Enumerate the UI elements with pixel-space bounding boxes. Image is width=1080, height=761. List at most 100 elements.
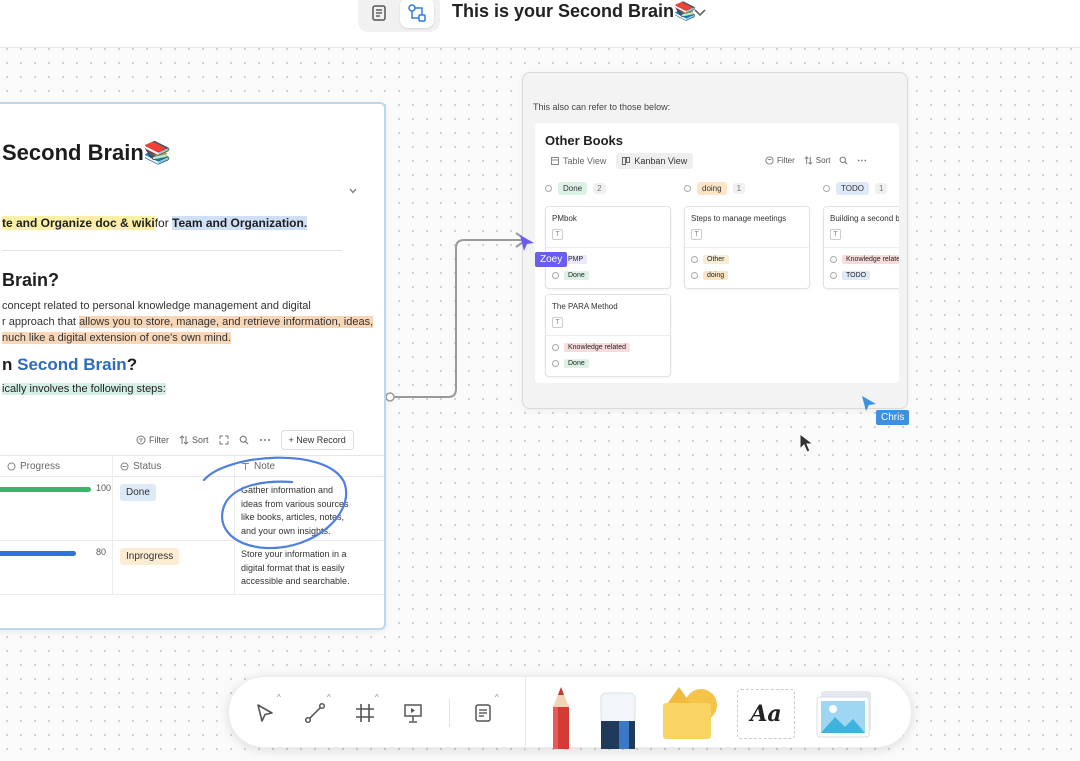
highlight-text: ically involves the following steps:: [2, 383, 166, 395]
hand-drawn-circle[interactable]: [196, 452, 352, 556]
caret-up-icon[interactable]: ^: [375, 693, 379, 702]
connector-arrow[interactable]: [380, 228, 540, 408]
sort-label: Sort: [192, 435, 209, 445]
highlight-text: te and Organize doc & wiki: [2, 216, 155, 230]
card-status: Done: [564, 359, 589, 368]
sort-label: Sort: [815, 156, 831, 165]
connector-tool-button[interactable]: [301, 699, 329, 727]
status-icon: [545, 185, 552, 192]
frame-tool-button[interactable]: [351, 699, 379, 727]
card-title: Building a second bra: [830, 214, 899, 223]
card-status: doing: [703, 271, 729, 280]
caret-up-icon[interactable]: ^: [495, 693, 499, 702]
filter-label: Filter: [149, 435, 169, 445]
cursor-icon: [520, 235, 534, 251]
column-status[interactable]: Status: [120, 461, 161, 472]
edgeless-icon: [408, 4, 426, 22]
presentation-icon: [404, 704, 422, 723]
kanban-card[interactable]: The PARA Method T Knowledge related Done: [545, 294, 671, 377]
kanban-card[interactable]: PMbok T PMP Done: [545, 206, 671, 289]
filter-button[interactable]: Filter: [765, 156, 795, 165]
highlight-text: allows you to store, manage, and retriev…: [79, 316, 374, 328]
presentation-tool-button[interactable]: [399, 699, 427, 727]
tag-icon: [830, 256, 837, 263]
image-tool-icon[interactable]: [813, 689, 875, 741]
connector-icon: [304, 702, 326, 724]
heading-text: n: [2, 355, 18, 374]
doc-intro-line: te and Organize doc & wikifor Team and O…: [2, 216, 308, 230]
divider: [546, 335, 670, 336]
status-icon: [120, 462, 129, 471]
card-title: The PARA Method: [552, 302, 618, 311]
note-line: digital format that is easily: [241, 562, 345, 573]
eraser-tool-icon[interactable]: [597, 691, 639, 749]
select-tool-button[interactable]: [251, 699, 279, 727]
page-mode-button[interactable]: [362, 0, 396, 28]
group-header-done[interactable]: Done 2: [545, 182, 606, 195]
progress-value: 100: [96, 483, 112, 493]
text-tool-button[interactable]: Aa: [737, 689, 795, 739]
top-bar: This is your Second Brain📚: [0, 0, 1080, 48]
card-field: Done: [552, 271, 589, 280]
mouse-pointer-icon: [799, 432, 815, 453]
tab-kanban-view[interactable]: Kanban View: [616, 153, 694, 169]
more-icon[interactable]: [259, 435, 271, 445]
expand-icon[interactable]: [219, 435, 229, 445]
sort-icon: [804, 156, 813, 165]
more-icon[interactable]: [857, 156, 867, 165]
status-icon: [552, 272, 559, 279]
heading-text: Second Brain: [17, 355, 127, 374]
column-label: Status: [133, 461, 162, 472]
progress-icon: [7, 462, 16, 471]
board-title: Other Books: [545, 133, 624, 148]
kanban-card[interactable]: Steps to manage meetings T Other doing: [684, 206, 810, 289]
chevron-down-icon[interactable]: [692, 4, 708, 20]
status-icon: [691, 272, 698, 279]
tab-table-view[interactable]: Table View: [545, 153, 612, 169]
page-title[interactable]: This is your Second Brain📚: [452, 1, 696, 22]
plain-text: for: [154, 216, 173, 230]
pen-tool-icon[interactable]: [547, 685, 575, 749]
plain-text: r approach that: [2, 316, 80, 328]
chevron-down-icon[interactable]: [348, 186, 358, 196]
progress-bar: [0, 551, 76, 556]
kanban-card[interactable]: Building a second bra T Knowledge relate…: [823, 206, 899, 289]
paragraph-line: concept related to personal knowledge ma…: [2, 300, 311, 312]
tag-icon: [552, 344, 559, 351]
doc-paragraph: concept related to personal knowledge ma…: [2, 298, 374, 346]
card-tag: Knowledge related: [564, 343, 630, 352]
search-icon[interactable]: [239, 435, 249, 445]
kanban-frame[interactable]: This also can refer to those below: Othe…: [522, 72, 908, 409]
collaborator-label: Chris: [876, 410, 910, 425]
sort-button[interactable]: Sort: [804, 156, 831, 165]
status-icon: [830, 272, 837, 279]
divider: [685, 247, 809, 248]
note-tool-button[interactable]: [469, 699, 497, 727]
filter-button[interactable]: Filter: [136, 435, 169, 445]
search-icon[interactable]: [839, 156, 848, 165]
edgeless-mode-button[interactable]: [400, 0, 434, 28]
status-badge[interactable]: Done: [120, 484, 156, 501]
group-header-todo[interactable]: TODO 1: [823, 182, 888, 195]
view-tabs: Table View Kanban View: [545, 153, 694, 169]
new-record-button[interactable]: + New Record: [280, 430, 354, 450]
card-title: Steps to manage meetings: [691, 214, 787, 223]
status-icon: [684, 185, 691, 192]
board-toolbar: Filter Sort: [765, 156, 867, 165]
doc-icon: [372, 5, 386, 21]
card-field: Other: [691, 255, 729, 264]
card-field: Done: [552, 359, 589, 368]
section-heading: Brain?: [2, 270, 60, 290]
card-title: PMbok: [552, 214, 577, 223]
progress-bar: [0, 487, 91, 492]
sort-button[interactable]: Sort: [179, 435, 209, 445]
card-field: Knowledge related: [552, 343, 630, 352]
shape-tool-icon[interactable]: [657, 685, 723, 741]
group-header-doing[interactable]: doing 1: [684, 182, 746, 195]
caret-up-icon[interactable]: ^: [277, 693, 281, 702]
column-progress[interactable]: Progress: [7, 461, 60, 472]
caret-up-icon[interactable]: ^: [327, 693, 331, 702]
status-badge[interactable]: Inprogress: [120, 548, 180, 565]
card-field: Knowledge related: [830, 255, 899, 264]
card-field: doing: [691, 271, 729, 280]
